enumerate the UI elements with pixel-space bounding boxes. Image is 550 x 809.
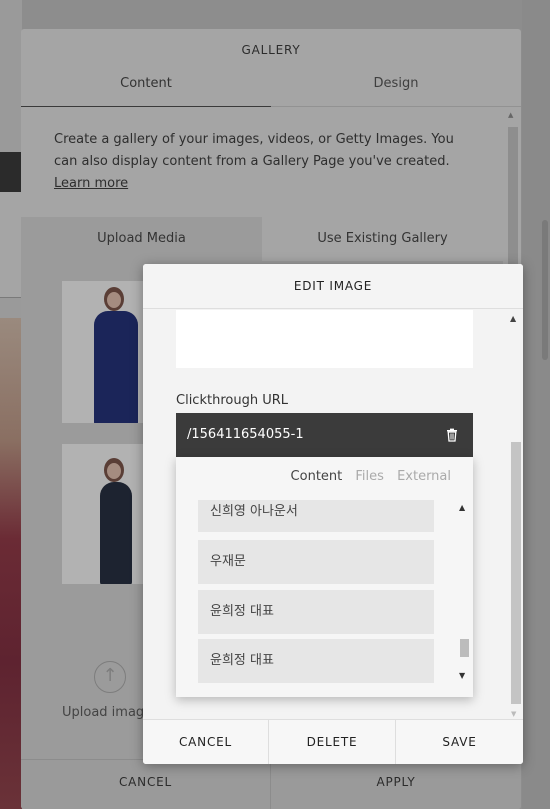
gallery-apply-button[interactable]: APPLY [271, 760, 521, 809]
list-item[interactable]: 윤희정 대표 [198, 639, 434, 683]
background-page-right [522, 0, 550, 809]
background-panel [0, 192, 22, 298]
upload-image-label[interactable]: Upload image [62, 705, 152, 720]
link-tab-files[interactable]: Files [355, 469, 384, 484]
gallery-cancel-button[interactable]: CANCEL [21, 760, 271, 809]
gallery-tabs: Content Design [21, 73, 521, 107]
background-photo [0, 318, 22, 809]
link-tab-content[interactable]: Content [291, 469, 343, 484]
upload-arrow-icon[interactable]: ↑ [94, 661, 126, 693]
gallery-title: GALLERY [241, 43, 301, 57]
background-divider [0, 297, 22, 298]
upload-media-button[interactable]: Upload Media [21, 217, 262, 261]
edit-image-footer: CANCEL DELETE SAVE [143, 719, 523, 764]
gallery-description: Create a gallery of your images, videos,… [54, 129, 474, 195]
image-preview-area [176, 310, 473, 368]
link-picker-dropdown: Content Files External 신희영 아나운서 우재문 윤희정 … [176, 457, 473, 697]
clickthrough-url-value[interactable]: /156411654055-1 [187, 413, 304, 457]
edit-image-title: EDIT IMAGE [143, 264, 523, 309]
edit-image-scrollbar-thumb[interactable] [511, 442, 521, 704]
list-item[interactable]: 신희영 아나운서 [198, 500, 434, 532]
link-picker-tabs: Content Files External [282, 469, 451, 484]
list-item[interactable]: 윤희정 대표 [198, 590, 434, 634]
save-button[interactable]: SAVE [396, 720, 523, 764]
scroll-up-arrow-icon[interactable]: ▲ [508, 111, 513, 119]
link-tab-external[interactable]: External [397, 469, 451, 484]
use-existing-gallery-button[interactable]: Use Existing Gallery [262, 217, 503, 261]
edit-image-scrollbar[interactable]: ▲ ▼ [510, 308, 521, 718]
learn-more-link[interactable]: Learn more [54, 176, 128, 191]
link-picker-list: 신희영 아나운서 우재문 윤희정 대표 윤희정 대표 [198, 500, 434, 685]
scroll-up-arrow-icon[interactable]: ▲ [510, 314, 516, 323]
clickthrough-url-label: Clickthrough URL [176, 393, 288, 408]
list-item[interactable]: 우재문 [198, 540, 434, 584]
gallery-footer: CANCEL APPLY [21, 759, 521, 809]
scroll-up-arrow-icon[interactable]: ▲ [459, 503, 465, 512]
link-picker-scrollbar[interactable]: ▲ ▼ [456, 503, 472, 688]
scroll-down-arrow-icon[interactable]: ▼ [511, 710, 516, 718]
tab-content[interactable]: Content [21, 73, 271, 107]
background-header-strip [0, 152, 22, 192]
clickthrough-url-field[interactable]: /156411654055-1 [176, 413, 473, 457]
background-page-left [0, 0, 22, 809]
gallery-description-text: Create a gallery of your images, videos,… [54, 132, 454, 169]
delete-button[interactable]: DELETE [269, 720, 396, 764]
scroll-down-arrow-icon[interactable]: ▼ [459, 671, 465, 680]
link-picker-scrollbar-thumb[interactable] [460, 639, 469, 657]
trash-icon[interactable] [445, 428, 459, 442]
page-scrollbar[interactable] [542, 220, 548, 360]
tab-design[interactable]: Design [271, 73, 521, 107]
cancel-button[interactable]: CANCEL [143, 720, 269, 764]
